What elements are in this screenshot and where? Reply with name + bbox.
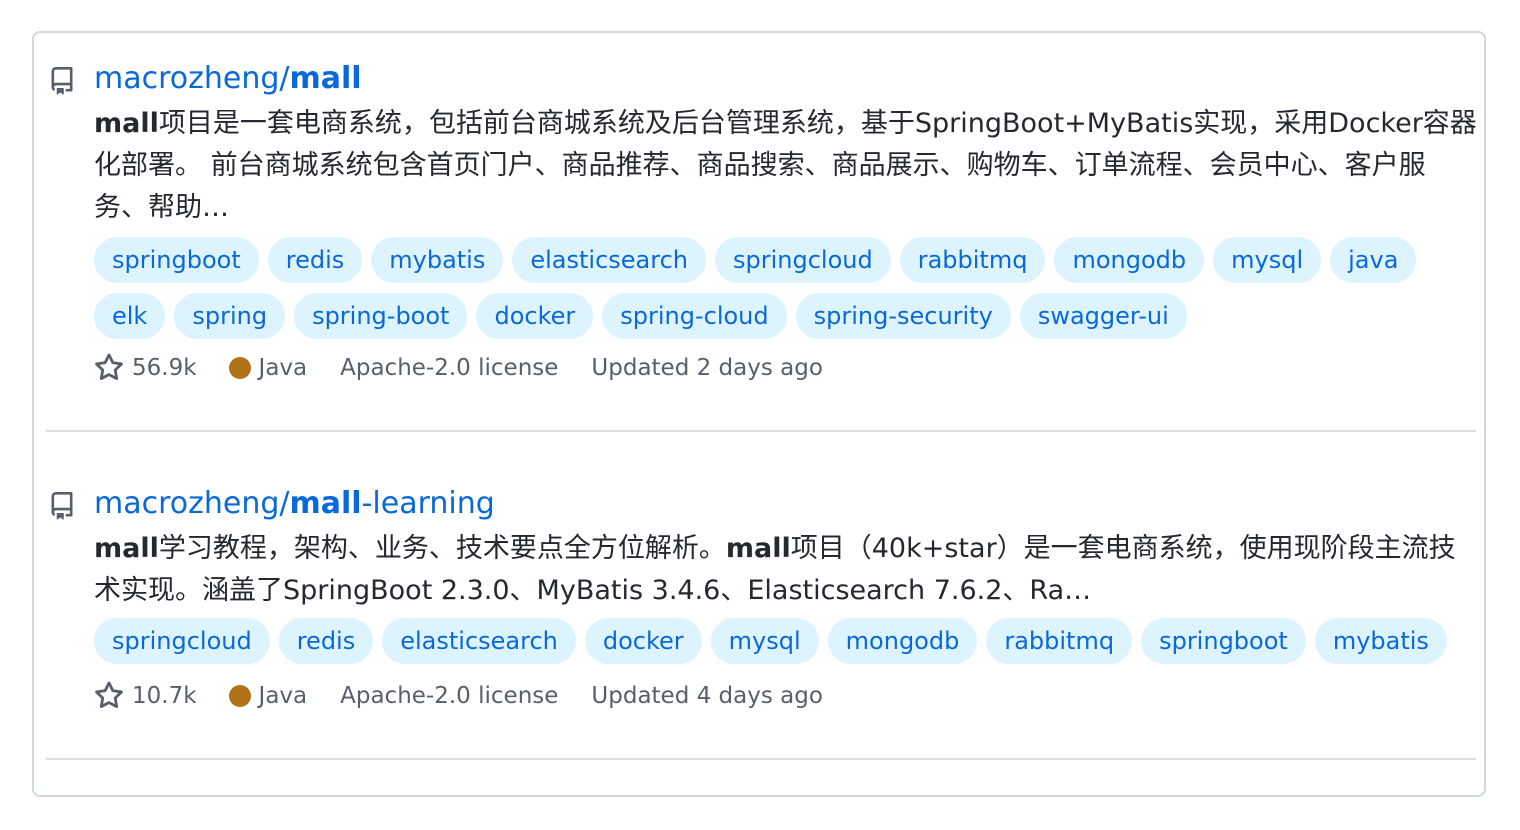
topic-tag[interactable]: springboot [1141,618,1306,664]
topic-tag[interactable]: spring-security [795,293,1011,339]
desc-text: 项目是一套电商系统，包括前台商城系统及后台管理系统，基于SpringBoot+M… [94,108,1477,223]
repo-title-link[interactable]: macrozheng/mall [94,59,362,99]
repo-description: mall学习教程，架构、业务、技术要点全方位解析。mall项目（40k+star… [94,528,1479,612]
topic-tag[interactable]: redis [267,237,363,283]
topic-list: springboot redis mybatis elasticsearch s… [94,237,1479,339]
topic-tag[interactable]: mongodb [1054,237,1205,283]
repo-icon [51,67,73,95]
topic-tag[interactable]: mybatis [1314,618,1447,664]
topic-list: springcloud redis elasticsearch docker m… [94,618,1479,664]
topic-tag[interactable]: mongodb [827,618,978,664]
topic-tag[interactable]: docker [476,293,594,339]
desc-highlight: mall [94,108,159,139]
repo-meta: 10.7k Java Apache-2.0 license Updated 4 … [94,679,823,713]
repo-owner: macrozheng/ [94,61,290,96]
desc-text: 学习教程，架构、业务、技术要点全方位解析。 [158,533,726,564]
repo-icon [51,492,73,520]
result-divider [46,430,1476,432]
star-count[interactable]: 10.7k [132,683,197,709]
repo-name-rest: -learning [361,486,495,521]
language-label: Java [258,683,308,709]
topic-tag[interactable]: mysql [710,618,819,664]
topic-tag[interactable]: springcloud [94,618,270,664]
topic-tag[interactable]: redis [278,618,374,664]
search-results-panel: macrozheng/mall mall项目是一套电商系统，包括前台商城系统及后… [32,31,1486,797]
updated-label: Updated 2 days ago [591,355,823,381]
star-icon[interactable] [94,353,124,383]
topic-tag[interactable]: springboot [94,237,259,283]
updated-label: Updated 4 days ago [591,683,823,709]
language-label: Java [258,355,308,381]
topic-tag[interactable]: elk [94,293,166,339]
topic-tag[interactable]: rabbitmq [986,618,1133,664]
topic-tag[interactable]: spring-cloud [602,293,787,339]
repo-meta: 56.9k Java Apache-2.0 license Updated 2 … [94,351,823,385]
star-count[interactable]: 56.9k [132,355,197,381]
repo-owner: macrozheng/ [94,486,290,521]
repo-name-highlight: mall [289,61,362,96]
topic-tag[interactable]: spring-boot [294,293,468,339]
license-label: Apache-2.0 license [340,355,559,381]
topic-tag[interactable]: mybatis [371,237,504,283]
repo-name-highlight: mall [289,486,362,521]
topic-tag[interactable]: docker [584,618,702,664]
topic-tag[interactable]: java [1330,237,1417,283]
license-label: Apache-2.0 license [340,683,559,709]
topic-tag[interactable]: swagger-ui [1019,293,1187,339]
topic-tag[interactable]: mysql [1213,237,1322,283]
language-color-dot [228,685,251,707]
desc-highlight: mall [725,533,791,564]
desc-highlight: mall [94,533,159,564]
topic-tag[interactable]: spring [174,293,286,339]
language-color-dot [228,357,251,379]
result-divider [46,758,1476,760]
topic-tag[interactable]: rabbitmq [899,237,1046,283]
topic-tag[interactable]: elasticsearch [512,237,706,283]
topic-tag[interactable]: elasticsearch [382,618,576,664]
topic-tag[interactable]: springcloud [715,237,891,283]
repo-description: mall项目是一套电商系统，包括前台商城系统及后台管理系统，基于SpringBo… [94,103,1479,229]
repo-title-link[interactable]: macrozheng/mall-learning [94,484,495,524]
star-icon[interactable] [94,681,124,711]
